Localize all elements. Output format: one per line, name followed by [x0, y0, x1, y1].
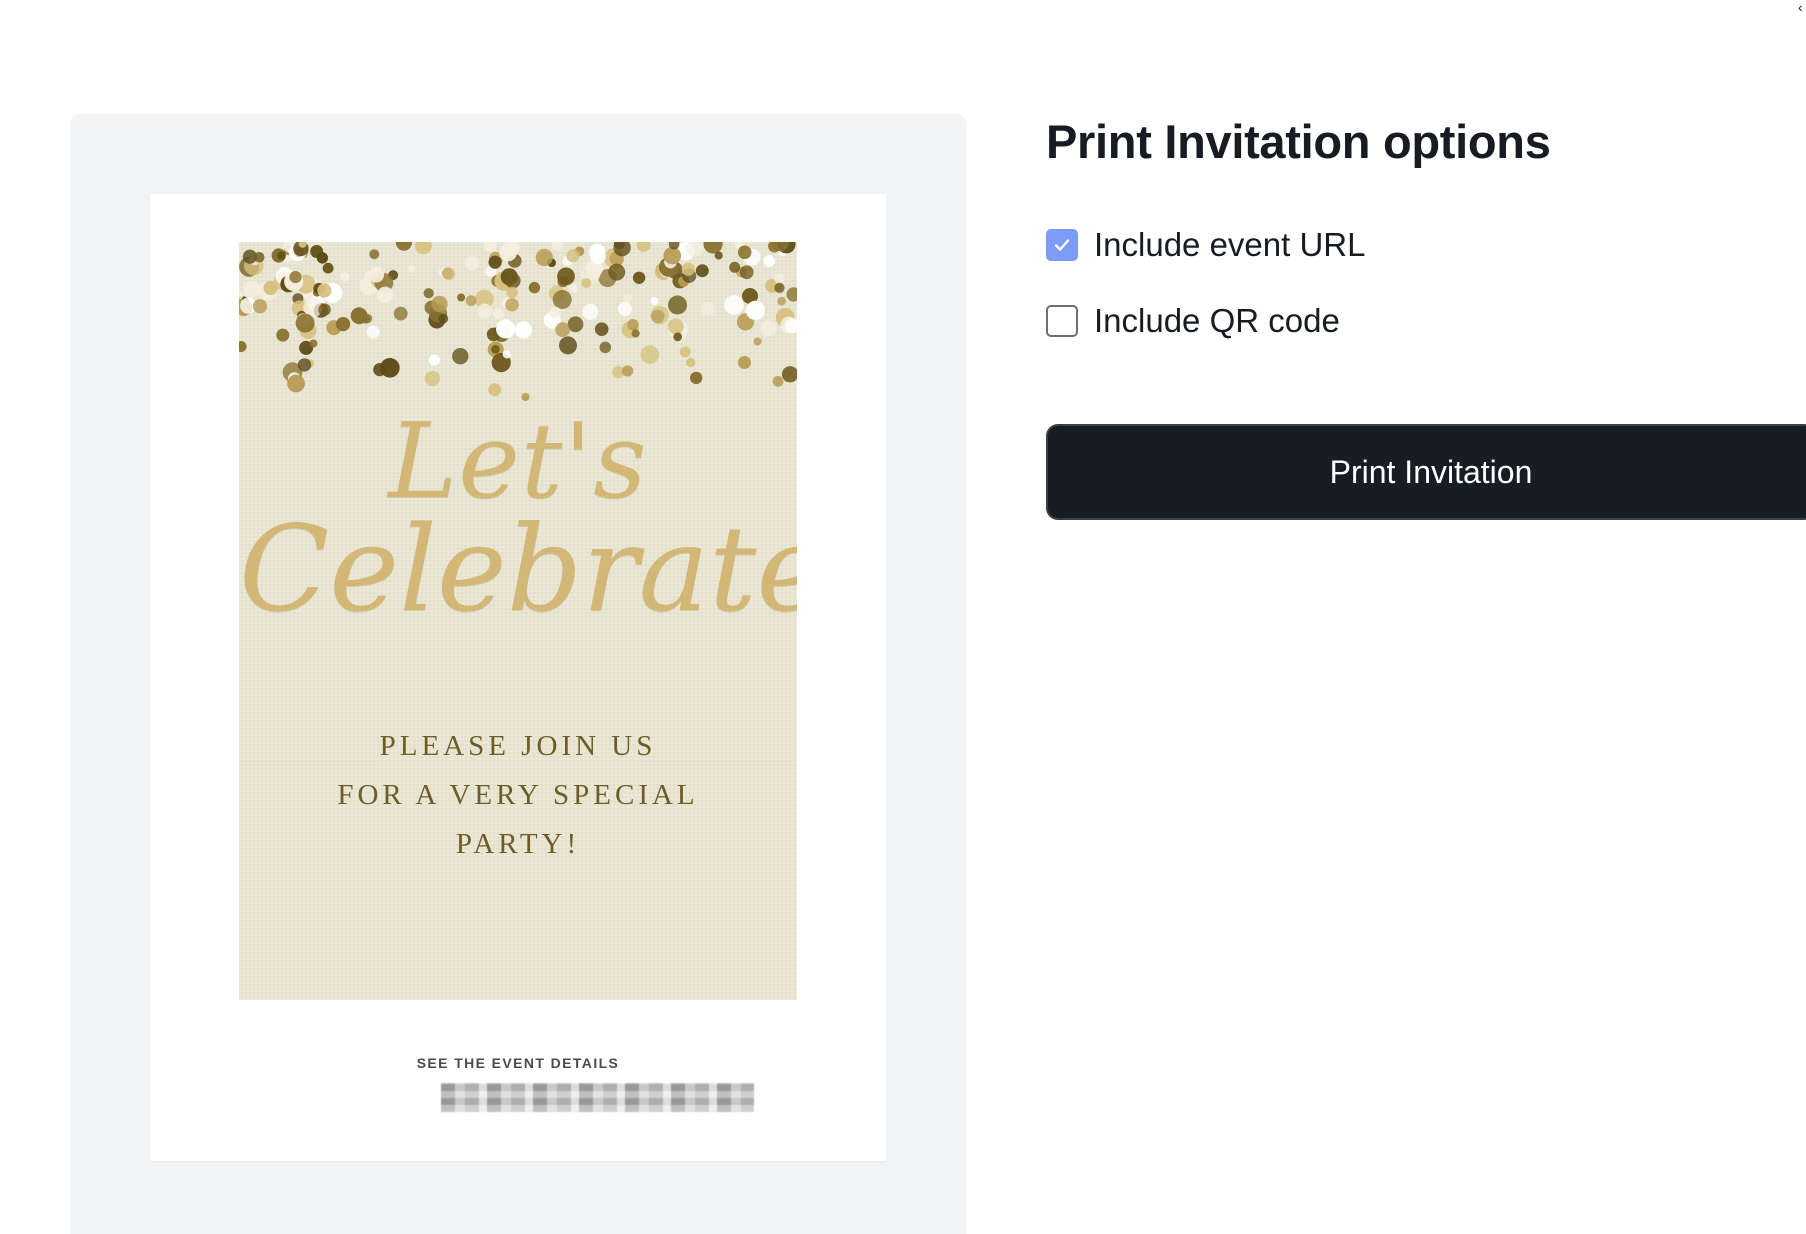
checkmark-icon	[1054, 239, 1070, 251]
include-event-url-label: Include event URL	[1094, 226, 1366, 263]
card-script-line-2: Celebrate	[239, 500, 797, 638]
include-qr-code-checkbox[interactable]	[1046, 305, 1078, 337]
card-message-line: PARTY!	[455, 828, 581, 860]
event-details-label: SEE THE EVENT DETAILS	[416, 1055, 620, 1071]
include-qr-code-label: Include QR code	[1094, 302, 1340, 339]
include-event-url-checkbox[interactable]	[1046, 229, 1078, 261]
invitation-card-image: Let's Celebrate PLEASE JOIN US FOR A VER…	[239, 242, 797, 1000]
event-url-redacted	[441, 1083, 754, 1112]
print-paper-preview: Let's Celebrate PLEASE JOIN US FOR A VER…	[150, 194, 886, 1161]
include-qr-code-option[interactable]: Include QR code	[1046, 301, 1340, 341]
include-event-url-option[interactable]: Include event URL	[1046, 225, 1366, 265]
card-message: PLEASE JOIN US FOR A VERY SPECIAL PARTY!	[239, 722, 797, 869]
options-title: Print Invitation options	[1046, 115, 1551, 168]
card-message-line: FOR A VERY SPECIAL	[337, 779, 699, 811]
print-invitation-button[interactable]: Print Invitation	[1046, 424, 1806, 520]
corner-caret-icon: ‹	[1798, 0, 1803, 15]
invitation-preview-panel: Let's Celebrate PLEASE JOIN US FOR A VER…	[70, 114, 966, 1234]
print-options-page: Let's Celebrate PLEASE JOIN US FOR A VER…	[0, 0, 1806, 1234]
card-message-line: PLEASE JOIN US	[379, 730, 657, 762]
